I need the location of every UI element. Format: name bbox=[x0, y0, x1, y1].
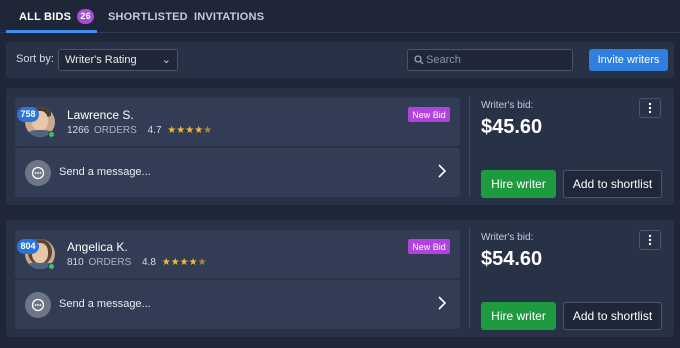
card-divider bbox=[469, 228, 470, 328]
star-rating-icon: ★★★★★ bbox=[161, 257, 207, 268]
search-box[interactable] bbox=[407, 49, 573, 71]
invite-writers-button[interactable]: Invite writers bbox=[589, 49, 668, 71]
orders-label: ORDERS bbox=[94, 125, 137, 136]
writer-panel[interactable]: 758 Lawrence S. 1266 ORDERS 4.7 ★★★★★ Ne… bbox=[15, 98, 460, 146]
send-message-label: Send a message... bbox=[59, 298, 151, 310]
add-to-shortlist-button[interactable]: Add to shortlist bbox=[563, 302, 662, 330]
hire-writer-button[interactable]: Hire writer bbox=[481, 170, 556, 198]
add-to-shortlist-button[interactable]: Add to shortlist bbox=[563, 170, 662, 198]
writer-name[interactable]: Lawrence S. bbox=[67, 108, 134, 122]
hire-writer-button[interactable]: Hire writer bbox=[481, 302, 556, 330]
new-bid-badge: New Bid bbox=[408, 239, 450, 254]
sort-select-value: Writer's Rating bbox=[65, 54, 137, 66]
bid-card: 758 Lawrence S. 1266 ORDERS 4.7 ★★★★★ Ne… bbox=[6, 88, 674, 205]
chevron-right-icon bbox=[438, 164, 447, 178]
tab-invitations[interactable]: INVITATIONS bbox=[194, 0, 264, 33]
tab-bar: ALL BIDS 26 SHORTLISTED INVITATIONS bbox=[0, 0, 680, 33]
writer-rating-badge: 804 bbox=[17, 239, 39, 254]
tab-invitations-label: INVITATIONS bbox=[194, 10, 265, 23]
search-input[interactable] bbox=[426, 52, 566, 68]
orders-count: 1266 bbox=[67, 125, 90, 136]
more-options-button[interactable] bbox=[639, 98, 661, 118]
tab-shortlisted[interactable]: SHORTLISTED bbox=[108, 0, 188, 33]
bid-card: 804 Angelica K. 810 ORDERS 4.8 ★★★★★ New… bbox=[6, 220, 674, 337]
orders-count: 810 bbox=[67, 257, 84, 268]
chevron-down-icon: ⌄ bbox=[161, 54, 171, 66]
online-status-icon bbox=[48, 263, 55, 270]
tab-all-bids[interactable]: ALL BIDS 26 bbox=[19, 0, 95, 33]
new-bid-badge: New Bid bbox=[408, 107, 450, 122]
sort-label: Sort by: bbox=[16, 53, 54, 65]
search-icon bbox=[414, 55, 424, 65]
writer-rating-badge: 758 bbox=[17, 107, 39, 122]
more-vertical-icon bbox=[648, 234, 652, 246]
bid-label: Writer's bid: bbox=[481, 232, 534, 243]
card-divider bbox=[469, 96, 470, 196]
toolbar: Sort by: Writer's Rating ⌄ Invite writer… bbox=[6, 42, 674, 78]
chat-bubble-icon bbox=[25, 160, 51, 186]
more-vertical-icon bbox=[648, 102, 652, 114]
tab-all-bids-label: ALL BIDS bbox=[19, 10, 72, 23]
writer-score: 4.8 bbox=[142, 257, 156, 268]
writer-stats: 1266 ORDERS 4.7 ★★★★★ bbox=[67, 125, 212, 136]
active-tab-indicator bbox=[6, 30, 97, 33]
bid-amount: $54.60 bbox=[481, 248, 543, 270]
bid-amount: $45.60 bbox=[481, 116, 543, 138]
send-message-label: Send a message... bbox=[59, 166, 151, 178]
writer-panel[interactable]: 804 Angelica K. 810 ORDERS 4.8 ★★★★★ New… bbox=[15, 230, 460, 278]
bids-count-badge: 26 bbox=[77, 9, 95, 24]
bid-label: Writer's bid: bbox=[481, 100, 534, 111]
orders-label: ORDERS bbox=[88, 257, 132, 268]
online-status-icon bbox=[48, 131, 55, 138]
writer-stats: 810 ORDERS 4.8 ★★★★★ bbox=[67, 257, 207, 268]
sort-select[interactable]: Writer's Rating ⌄ bbox=[58, 49, 178, 71]
chat-bubble-icon bbox=[25, 292, 51, 318]
send-message-row[interactable]: Send a message... bbox=[15, 280, 460, 329]
writer-score: 4.7 bbox=[147, 125, 162, 136]
chevron-right-icon bbox=[438, 296, 447, 310]
tab-shortlisted-label: SHORTLISTED bbox=[108, 10, 188, 23]
send-message-row[interactable]: Send a message... bbox=[15, 148, 460, 197]
star-rating-icon: ★★★★★ bbox=[167, 125, 213, 136]
writer-name[interactable]: Angelica K. bbox=[67, 240, 128, 254]
more-options-button[interactable] bbox=[639, 230, 661, 250]
